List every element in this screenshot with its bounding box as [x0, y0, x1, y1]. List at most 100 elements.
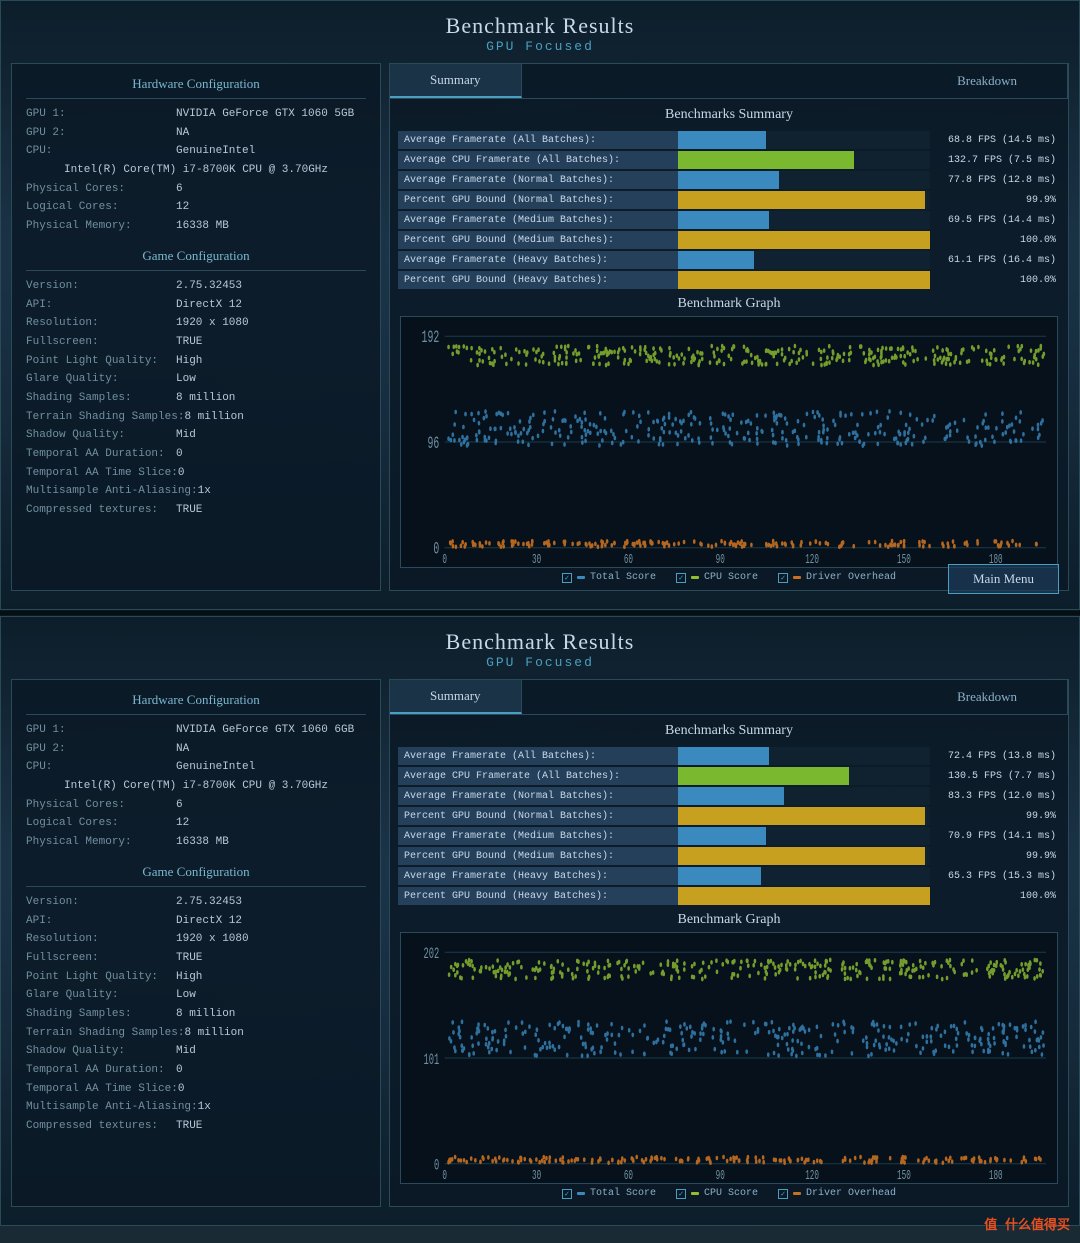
legend-total-2: ✓ Total Score: [562, 1188, 656, 1199]
legend-label-cpu-1: CPU Score: [704, 572, 758, 583]
bench-bar: [678, 807, 925, 825]
cpu-row-1: CPU: GenuineIntel: [26, 142, 366, 161]
legend-label-driver-1: Driver Overhead: [806, 572, 896, 583]
bench-bar: [678, 827, 766, 845]
bench-bar: [678, 151, 854, 169]
bench-row: Average Framerate (Medium Batches): 70.9 …: [398, 827, 1060, 845]
svg-text:30: 30: [532, 1169, 541, 1183]
bench-label: Percent GPU Bound (Medium Batches):: [398, 847, 678, 865]
bench-value: 61.1 FPS (16.4 ms): [930, 255, 1060, 266]
legend-label-cpu-2: CPU Score: [704, 1188, 758, 1199]
log-cores-label-1: Logical Cores:: [26, 198, 176, 217]
bench-bar-container: [678, 211, 930, 229]
bench-row: Average Framerate (Medium Batches):69.5 …: [398, 211, 1060, 229]
legend-dot-cpu-2: [691, 1192, 699, 1195]
bench-bar: [678, 271, 930, 289]
watermark: 值 什么值得买: [984, 1214, 1070, 1233]
legend-driver-1: ✓ Driver Overhead: [778, 572, 896, 583]
bench-bar: [678, 211, 769, 229]
panel-2-title: Benchmark Results: [1, 629, 1079, 655]
tab-spacer-1: Breakdown: [522, 64, 1068, 98]
svg-text:90: 90: [716, 1169, 725, 1183]
legend-label-driver-2: Driver Overhead: [806, 1188, 896, 1199]
svg-text:101: 101: [424, 1051, 440, 1068]
bench-bar: [678, 887, 930, 905]
graph-area-2: Benchmark Graph 202 101 0 0 30 60 90 120: [390, 907, 1068, 1206]
panel-2-subtitle: GPU Focused: [1, 655, 1079, 670]
hardware-config-title-1: Hardware Configuration: [26, 72, 366, 99]
gpu1-value-1: NVIDIA GeForce GTX 1060 5GB: [176, 105, 354, 124]
bench-label: Average Framerate (Medium Batches):: [398, 827, 678, 845]
right-panel-1: Summary Breakdown Benchmarks Summary Ave…: [389, 63, 1069, 591]
svg-text:0: 0: [442, 1169, 447, 1183]
left-panel-1: Hardware Configuration GPU 1: NVIDIA GeF…: [11, 63, 381, 591]
tab-breakdown-2[interactable]: Breakdown: [927, 681, 1047, 713]
left-panel-2: Hardware Configuration GPU 1: NVIDIA GeF…: [11, 679, 381, 1207]
legend-driver-2: ✓ Driver Overhead: [778, 1188, 896, 1199]
bench-value: 99.9%: [930, 811, 1060, 822]
cpu-value-1: GenuineIntel: [176, 142, 255, 161]
legend-dot-total-2: [577, 1192, 585, 1195]
bench-row: Percent GPU Bound (Heavy Batches):100.0%: [398, 271, 1060, 289]
bench-row: Percent GPU Bound (Normal Batches):99.9%: [398, 191, 1060, 209]
bench-bar-container: [678, 827, 930, 845]
bench-row: Percent GPU Bound (Heavy Batches):100.0%: [398, 887, 1060, 905]
bench-bar-container: [678, 131, 930, 149]
graph-title-1: Benchmark Graph: [400, 296, 1058, 312]
graph-container-1: 192 96 0 0 30 60 90 120 150 180: [400, 316, 1058, 568]
tab-summary-2[interactable]: Summary: [390, 680, 522, 714]
graph-svg-1: 192 96 0 0 30 60 90 120 150 180: [401, 317, 1057, 567]
tab-summary-1[interactable]: Summary: [390, 64, 522, 98]
game-config-title-1: Game Configuration: [26, 244, 366, 271]
gpu2-value-1: NA: [176, 124, 189, 143]
graph-svg-2: 202 101 0 0 30 60 90 120 150 180: [401, 933, 1057, 1183]
graph-legend-2: ✓ Total Score ✓ CPU Score ✓ Driver Overh…: [400, 1184, 1058, 1201]
svg-text:90: 90: [716, 553, 725, 567]
svg-text:120: 120: [805, 1169, 819, 1183]
svg-text:120: 120: [805, 553, 819, 567]
bench-label: Percent GPU Bound (Normal Batches):: [398, 191, 678, 209]
legend-cpu-1: ✓ CPU Score: [676, 572, 758, 583]
gpu2-label-1: GPU 2:: [26, 124, 176, 143]
bench-label: Average Framerate (Heavy Batches):: [398, 867, 678, 885]
bench-bar-container: [678, 171, 930, 189]
bench-row: Percent GPU Bound (Medium Batches):99.9%: [398, 847, 1060, 865]
bench-label: Percent GPU Bound (Medium Batches):: [398, 231, 678, 249]
benchmarks-title-1: Benchmarks Summary: [390, 99, 1068, 129]
bench-bar-container: [678, 151, 930, 169]
main-menu-button[interactable]: Main Menu: [948, 564, 1059, 594]
bench-bar-container: [678, 787, 930, 805]
bench-value: 83.3 FPS (12.0 ms): [930, 791, 1060, 802]
tab-breakdown-1[interactable]: Breakdown: [927, 65, 1047, 97]
bench-rows-1: Average Framerate (All Batches):68.8 FPS…: [390, 129, 1068, 291]
tabs-2: Summary Breakdown: [390, 680, 1068, 715]
bench-bar: [678, 747, 769, 765]
panel-1-content: Hardware Configuration GPU 1: NVIDIA GeF…: [1, 58, 1079, 601]
panel-2-header: Benchmark Results GPU Focused: [1, 617, 1079, 674]
bench-value: 72.4 FPS (13.8 ms): [930, 751, 1060, 762]
bench-bar-container: [678, 271, 930, 289]
legend-dot-driver-2: [793, 1192, 801, 1195]
bench-bar: [678, 867, 761, 885]
panel-1-subtitle: GPU Focused: [1, 39, 1079, 54]
graph-title-2: Benchmark Graph: [400, 912, 1058, 928]
bench-value: 70.9 FPS (14.1 ms): [930, 831, 1060, 842]
svg-text:202: 202: [424, 946, 440, 963]
svg-text:30: 30: [532, 553, 541, 567]
bench-bar-container: [678, 767, 930, 785]
bench-bar: [678, 787, 784, 805]
svg-text:150: 150: [897, 1169, 911, 1183]
svg-text:0: 0: [434, 1157, 439, 1174]
bench-row: Average Framerate (Normal Batches):83.3 …: [398, 787, 1060, 805]
phys-mem-label-1: Physical Memory:: [26, 217, 176, 236]
panel-1: Benchmark Results GPU Focused Hardware C…: [0, 0, 1080, 610]
bench-label: Percent GPU Bound (Heavy Batches):: [398, 271, 678, 289]
bench-value: 130.5 FPS (7.7 ms): [930, 771, 1060, 782]
legend-check-cpu-1: ✓: [676, 573, 686, 583]
bench-label: Percent GPU Bound (Heavy Batches):: [398, 887, 678, 905]
bench-bar: [678, 231, 930, 249]
svg-text:180: 180: [989, 1169, 1003, 1183]
bench-row: Average Framerate (All Batches):72.4 FPS…: [398, 747, 1060, 765]
bench-label: Average Framerate (All Batches):: [398, 131, 678, 149]
phys-cores-row-1: Physical Cores: 6: [26, 180, 366, 199]
